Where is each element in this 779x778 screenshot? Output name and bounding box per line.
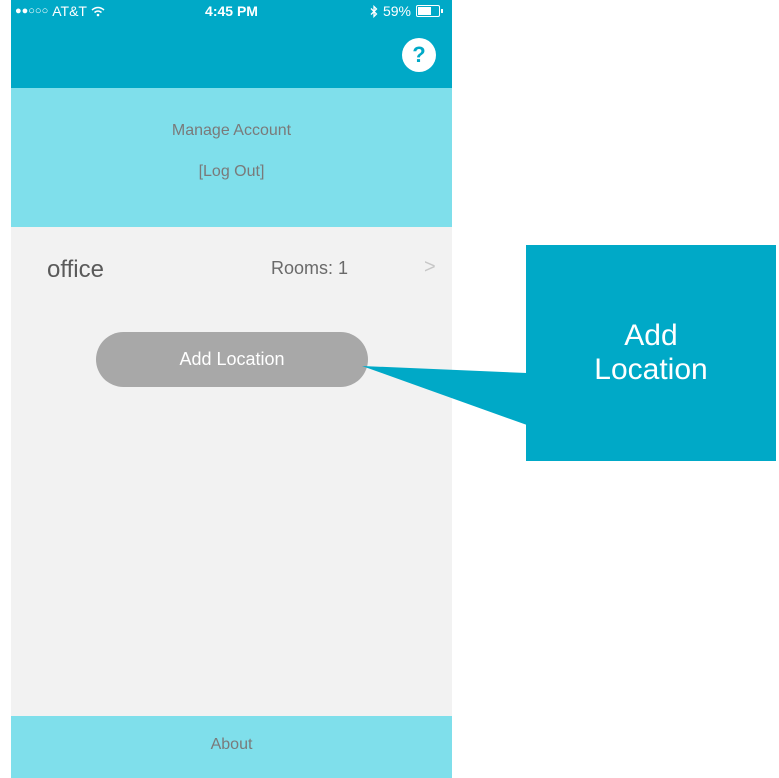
add-location-callout: Add Location <box>526 245 776 461</box>
callout-line-1: Add <box>624 318 678 352</box>
callout-line-2: Location <box>594 353 708 386</box>
